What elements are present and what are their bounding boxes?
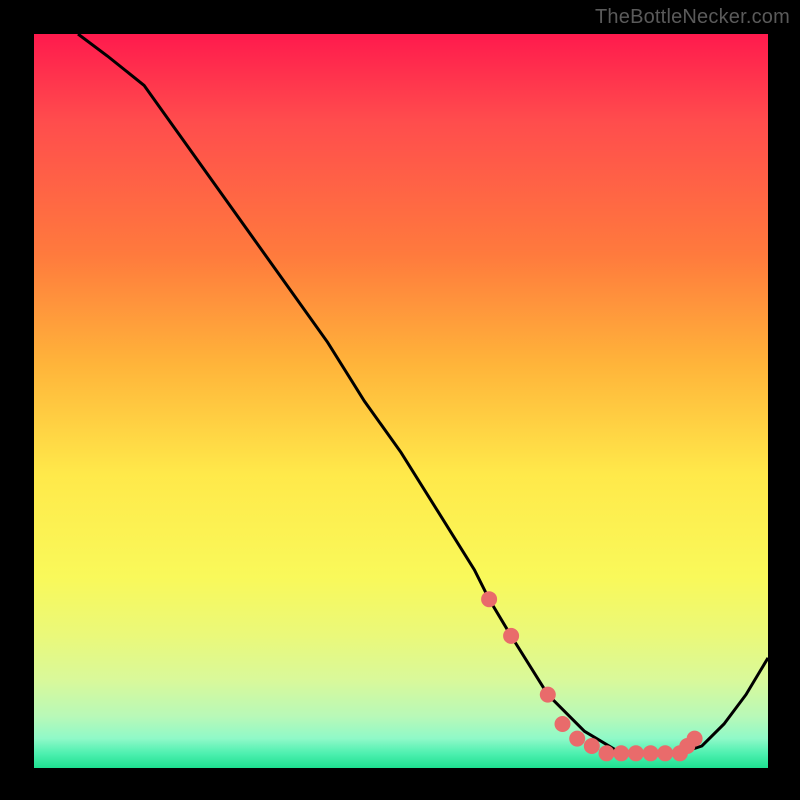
sweet-spot-dot [657, 745, 673, 761]
sweet-spot-dot [540, 687, 556, 703]
sweet-spot-dot [481, 591, 497, 607]
watermark-text: TheBottleNecker.com [595, 6, 790, 29]
sweet-spot-dot [613, 745, 629, 761]
sweet-spot-dot [503, 628, 519, 644]
sweet-spot-dot [555, 716, 571, 732]
sweet-spot-dot [569, 731, 585, 747]
chart-svg [34, 34, 768, 768]
sweet-spot-dot [628, 745, 644, 761]
sweet-spot-dot [687, 731, 703, 747]
sweet-spot-dot [584, 738, 600, 754]
sweet-spot-dot [599, 745, 615, 761]
bottleneck-curve [78, 34, 768, 753]
sweet-spot-dot [643, 745, 659, 761]
chart-plot-area [34, 34, 768, 768]
